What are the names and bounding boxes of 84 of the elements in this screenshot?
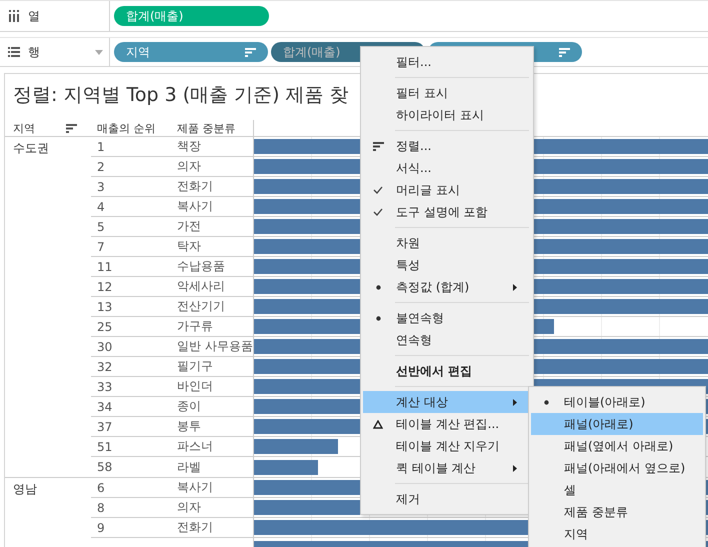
- table-cell: 4: [97, 200, 105, 214]
- table-cell: 3: [97, 180, 105, 194]
- table-cell: 37: [97, 420, 112, 434]
- table-cell: 악세사리: [177, 278, 225, 295]
- table-cell: 전화기: [177, 519, 213, 536]
- table-cell: 수도권: [13, 141, 49, 155]
- table-cell: 탁자: [177, 238, 201, 255]
- table-cell: 파스너: [177, 438, 213, 455]
- menu-item[interactable]: 테이블(아래로): [531, 391, 703, 413]
- menu-item[interactable]: 특성: [363, 254, 531, 276]
- table-cell: 2: [97, 160, 105, 174]
- table-cell: 영남: [13, 482, 37, 496]
- table-cell: 58: [97, 460, 112, 474]
- table-cell: 1: [97, 140, 105, 154]
- submenu-arrow-icon: [513, 398, 517, 406]
- menu-item[interactable]: 연속형: [363, 329, 531, 351]
- menu-item[interactable]: 패널(옆에서 아래로): [531, 435, 703, 457]
- table-cell: 전화기: [177, 178, 213, 195]
- column-header[interactable]: 매출의 순위: [97, 120, 156, 136]
- table-cell: 13: [97, 300, 112, 314]
- columns-icon: [8, 10, 20, 22]
- column-header[interactable]: 지역: [13, 120, 35, 136]
- table-cell: 6: [97, 480, 105, 494]
- sort-icon: [245, 48, 256, 56]
- rows-icon: [8, 47, 20, 57]
- menu-item[interactable]: 불연속형: [363, 307, 531, 329]
- menu-item[interactable]: 퀵 테이블 계산: [363, 457, 531, 479]
- table-cell: 34: [97, 400, 112, 414]
- menu-item[interactable]: 머리글 표시: [363, 179, 531, 201]
- table-cell: 의자: [177, 499, 201, 516]
- menu-item[interactable]: 하이라이터 표시: [363, 104, 531, 126]
- table-cell: 25: [97, 320, 112, 334]
- table-cell: 11: [97, 260, 112, 274]
- shelf-label: 열: [28, 8, 40, 24]
- menu-item[interactable]: 패널(아래에서 옆으로): [531, 457, 703, 479]
- check-icon: [373, 208, 383, 216]
- table-cell: 책장: [177, 138, 201, 155]
- submenu-arrow-icon: [513, 284, 517, 290]
- menu-item[interactable]: 셀: [531, 479, 703, 501]
- menu-item[interactable]: 지역: [531, 523, 703, 545]
- bullet-icon: [376, 316, 380, 320]
- table-cell: 7: [97, 240, 105, 254]
- sort-icon[interactable]: [66, 124, 77, 132]
- triangle-icon: [373, 420, 383, 428]
- table-cell: 복사기: [177, 198, 213, 215]
- column-header[interactable]: 제품 중분류: [177, 120, 236, 136]
- table-cell: 봉투: [177, 418, 201, 435]
- table-cell: 5: [97, 220, 105, 234]
- table-cell: 의자: [177, 158, 201, 175]
- table-cell: 가구류: [177, 318, 213, 335]
- menu-item[interactable]: 제거: [363, 488, 531, 510]
- menu-item[interactable]: 테이블 계산 지우기: [363, 435, 531, 457]
- menu-item[interactable]: 도구 설명에 포함: [363, 201, 531, 223]
- view-title: 정렬: 지역별 Top 3 (매출 기준) 제품 찾: [12, 83, 349, 108]
- menu-item[interactable]: 선반에서 편집: [363, 360, 531, 382]
- table-cell: 종이: [177, 398, 201, 415]
- menu-item[interactable]: 계산 대상: [363, 391, 531, 413]
- table-cell: 가전: [177, 218, 201, 235]
- check-icon: [373, 186, 383, 194]
- sort-icon: [372, 142, 384, 150]
- table-cell: 수납용품: [177, 258, 225, 275]
- table-cell: 32: [97, 360, 112, 374]
- table-cell: 33: [97, 380, 112, 394]
- table-cell: 12: [97, 280, 112, 294]
- table-cell: 필기구: [177, 358, 213, 375]
- table-cell: 전산기기: [177, 298, 225, 315]
- shelf-label: 행: [28, 44, 40, 60]
- table-cell: 8: [97, 500, 105, 514]
- menu-item[interactable]: 패널(아래로): [531, 413, 703, 435]
- table-cell: 51: [97, 440, 112, 454]
- table-cell: 9: [97, 520, 105, 534]
- table-cell: 일반 사무용품: [177, 338, 253, 355]
- table-cell: 라벨: [177, 458, 201, 476]
- menu-item[interactable]: 필터 표시: [363, 82, 531, 104]
- bullet-icon: [376, 284, 380, 290]
- sort-icon: [559, 48, 570, 56]
- table-cell: 복사기: [177, 479, 213, 496]
- menu-item[interactable]: 차원: [363, 232, 531, 254]
- menu-item[interactable]: 서식...: [363, 157, 531, 179]
- menu-item[interactable]: 제품 중분류: [531, 501, 703, 523]
- table-cell: 바인더: [177, 378, 213, 395]
- table-cell: 30: [97, 340, 112, 354]
- menu-item[interactable]: 테이블 계산 편집...: [363, 413, 531, 435]
- submenu-arrow-icon: [513, 464, 517, 472]
